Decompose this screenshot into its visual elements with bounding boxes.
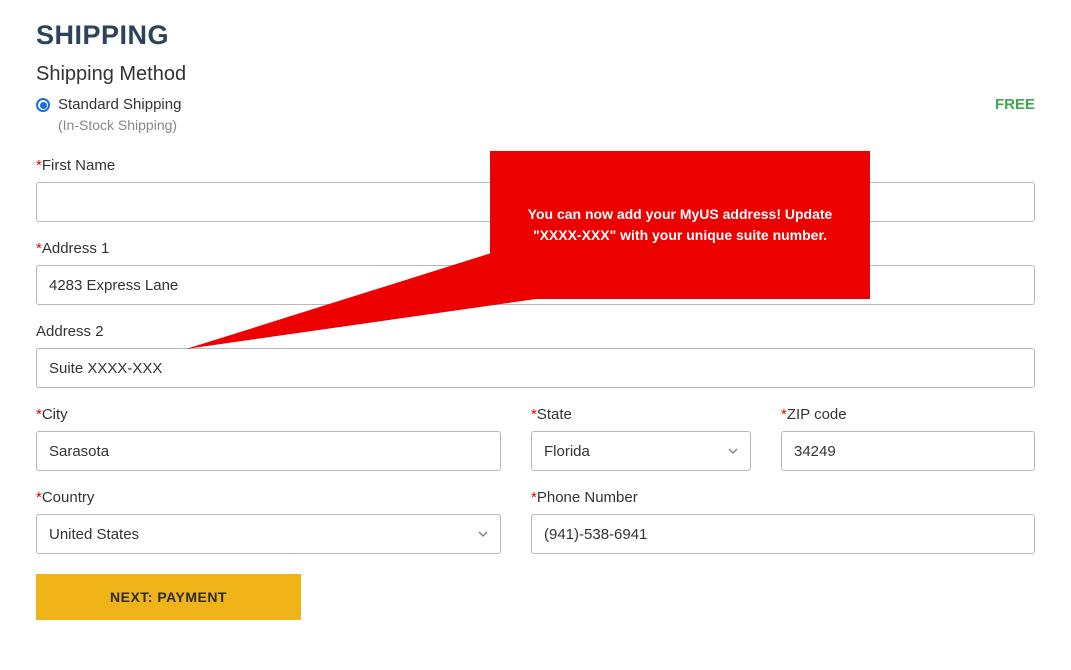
address1-label-text: Address 1 [42,240,110,257]
shipping-method-row: Standard Shipping (In-Stock Shipping) FR… [36,96,1035,133]
shipping-method-sublabel: (In-Stock Shipping) [58,117,181,133]
zip-label-text: ZIP code [787,406,847,423]
city-group: *City [36,406,501,471]
next-payment-button[interactable]: NEXT: PAYMENT [36,574,301,620]
first-name-input[interactable] [36,182,521,222]
country-label: *Country [36,489,501,506]
zip-label: *ZIP code [781,406,1035,423]
state-label-text: State [537,406,572,423]
address2-label: Address 2 [36,323,1035,340]
first-name-group: *First Name [36,157,521,222]
zip-input[interactable] [781,431,1035,471]
shipping-heading: SHIPPING [36,20,1035,51]
first-name-label: *First Name [36,157,521,174]
shipping-form: You can now add your MyUS address! Updat… [36,157,1035,554]
first-name-label-text: First Name [42,157,115,174]
shipping-method-option[interactable]: Standard Shipping (In-Stock Shipping) [36,96,181,133]
shipping-method-label: Standard Shipping [58,96,181,113]
callout-box: You can now add your MyUS address! Updat… [490,151,870,299]
city-label-text: City [42,406,68,423]
country-label-text: Country [42,489,95,506]
city-input[interactable] [36,431,501,471]
shipping-price: FREE [995,96,1035,113]
country-group: *Country United States [36,489,501,554]
radio-icon[interactable] [36,98,50,112]
shipping-method-heading: Shipping Method [36,63,1035,86]
state-select[interactable]: Florida [531,431,751,471]
zip-group: *ZIP code [781,406,1035,471]
city-label: *City [36,406,501,423]
address2-input[interactable] [36,348,1035,388]
phone-group: *Phone Number [531,489,1035,554]
phone-input[interactable] [531,514,1035,554]
state-group: *State Florida [531,406,751,471]
phone-label-text: Phone Number [537,489,638,506]
address2-label-text: Address 2 [36,323,104,340]
state-label: *State [531,406,751,423]
country-select[interactable]: United States [36,514,501,554]
phone-label: *Phone Number [531,489,1035,506]
address2-group: Address 2 [36,323,1035,388]
